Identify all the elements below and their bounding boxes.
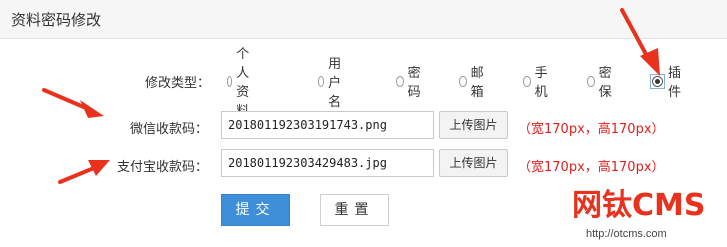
radio-label: 手机 <box>534 66 548 100</box>
radio-circle[interactable] <box>227 75 233 87</box>
header-bar: 资料密码修改 <box>0 0 727 39</box>
radio-personal-info[interactable]: 个人资料 <box>227 47 255 119</box>
wechat-upload-button[interactable]: 上传图片 <box>439 111 508 139</box>
radio-label: 密保 <box>598 66 612 100</box>
radio-label: 密码 <box>407 66 421 100</box>
alipay-size-hint: （宽170px，高170px） <box>518 160 665 175</box>
radio-security-question[interactable]: 密保 <box>587 66 615 100</box>
radio-circle[interactable] <box>523 75 531 87</box>
watermark-url: http://otcms.com <box>586 228 667 240</box>
page-title: 资料密码修改 <box>11 11 102 29</box>
radio-phone[interactable]: 手机 <box>523 66 551 100</box>
radio-circle[interactable] <box>652 75 663 87</box>
otcms-logo: 网钛CMS <box>571 187 706 223</box>
radio-circle[interactable] <box>459 75 467 87</box>
radio-circle[interactable] <box>396 75 404 87</box>
alipay-label: 支付宝收款码： <box>116 160 208 175</box>
radio-circle[interactable] <box>318 75 325 87</box>
alipay-qr-input[interactable]: 201801192303429483.jpg <box>221 149 434 177</box>
radio-password[interactable]: 密码 <box>396 66 424 100</box>
radio-label: 用户名 <box>328 56 342 110</box>
wechat-size-hint: （宽170px，高170px） <box>518 122 665 137</box>
radio-label: 插件 <box>668 66 682 100</box>
wechat-qr-input[interactable]: 201801192303191743.png <box>221 111 434 139</box>
radio-plugin[interactable]: 插件 <box>650 66 681 100</box>
radio-circle[interactable] <box>587 75 595 87</box>
alipay-upload-button[interactable]: 上传图片 <box>439 149 508 177</box>
svg-text:网钛CMS: 网钛CMS <box>572 188 705 223</box>
radio-label: 邮箱 <box>470 66 484 100</box>
submit-button[interactable]: 提交 <box>221 194 290 226</box>
reset-button[interactable]: 重置 <box>320 194 389 226</box>
radio-username[interactable]: 用户名 <box>318 57 346 110</box>
radio-focus-ring <box>650 73 665 89</box>
arrow-to-wechat-label-icon <box>42 88 104 118</box>
type-label: 修改类型： <box>144 76 210 91</box>
wechat-label: 微信收款码： <box>129 122 208 137</box>
radio-email[interactable]: 邮箱 <box>459 66 487 100</box>
radio-label: 个人资料 <box>236 47 250 119</box>
